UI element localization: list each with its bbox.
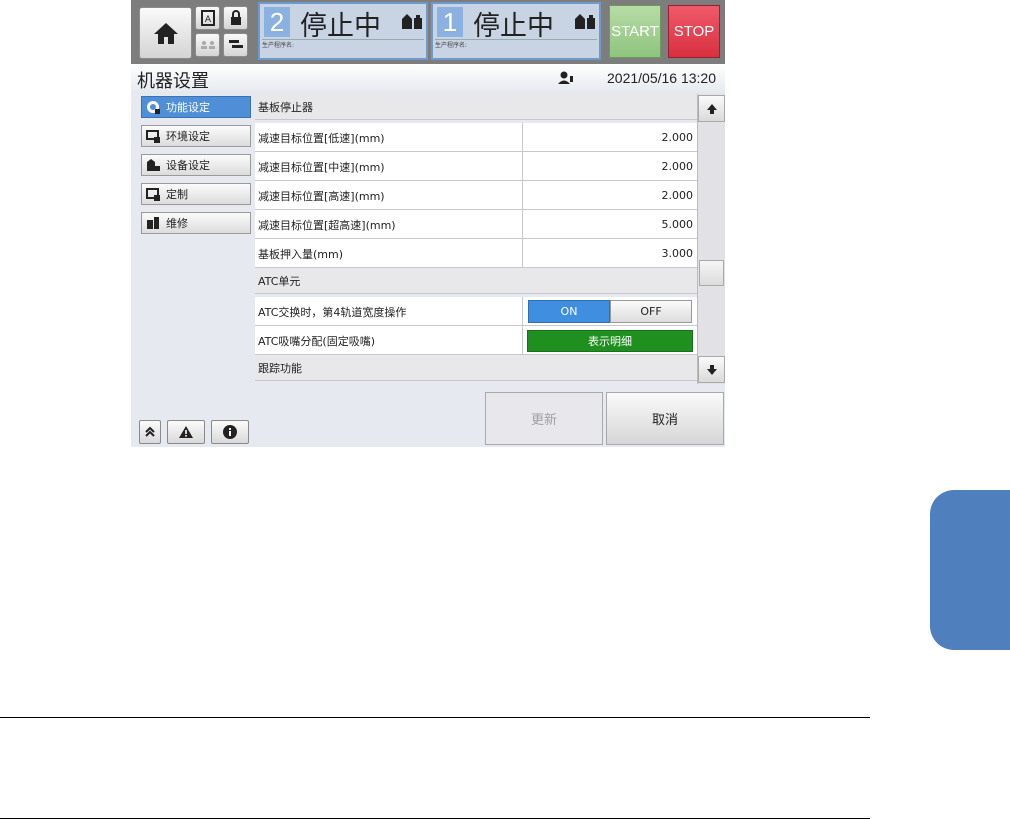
row-label: 基板押入量(mm) xyxy=(258,247,344,261)
lock-button[interactable] xyxy=(223,6,248,30)
sidebar-item-maintenance[interactable]: 维修 xyxy=(141,212,251,234)
sidebar-item-label: 环境设定 xyxy=(166,130,210,143)
info-icon xyxy=(223,425,237,439)
collapse-button[interactable] xyxy=(139,420,161,444)
machine-icon xyxy=(575,14,595,29)
stop-button[interactable]: STOP xyxy=(668,5,720,58)
sidebar-item-label: 功能设定 xyxy=(166,101,210,114)
sidebar-item-environment-settings[interactable]: 环境设定 xyxy=(141,125,251,147)
sidebar-item-label: 定制 xyxy=(166,188,188,201)
row-value[interactable]: 3.000 xyxy=(662,239,694,268)
row-value[interactable]: 2.000 xyxy=(662,152,694,181)
svg-text:A: A xyxy=(204,15,211,25)
row-label: 减速目标位置[中速](mm) xyxy=(258,160,385,174)
line-2-number: 2 xyxy=(264,7,290,37)
scroll-down-button[interactable] xyxy=(698,356,725,383)
table-row[interactable]: 减速目标位置[高速](mm) 2.000 xyxy=(255,181,697,210)
toggle-on-button[interactable]: ON xyxy=(528,300,610,323)
sidebar-item-label: 设备设定 xyxy=(166,159,210,172)
custom-icon xyxy=(146,187,160,201)
row-value[interactable]: 2.000 xyxy=(662,181,694,210)
device-settings-icon xyxy=(146,158,160,172)
function-settings-icon xyxy=(146,100,160,114)
conveyor-button[interactable] xyxy=(223,33,248,57)
show-details-button[interactable]: 表示明细 xyxy=(527,330,693,352)
users-icon xyxy=(200,41,215,49)
table-row[interactable]: 基板押入量(mm) 3.000 xyxy=(255,239,697,268)
sidebar-item-device-settings[interactable]: 设备设定 xyxy=(141,154,251,176)
scroll-up-button[interactable] xyxy=(698,95,725,122)
scrollbar[interactable] xyxy=(697,94,725,384)
line-1-status: 停止中 xyxy=(473,11,554,42)
double-chevron-up-icon xyxy=(145,426,155,437)
info-button[interactable] xyxy=(211,420,249,444)
line-1-status-panel[interactable]: 1 停止中 生产程序名: xyxy=(431,2,601,60)
datetime: 2021/05/16 13:20 xyxy=(607,70,716,86)
row-value[interactable]: 2.000 xyxy=(662,123,694,152)
row-value[interactable]: 5.000 xyxy=(662,210,694,239)
warning-icon xyxy=(179,426,193,438)
row-label: 减速目标位置[低速](mm) xyxy=(258,131,385,145)
sidebar-item-function-settings[interactable]: 功能设定 xyxy=(141,96,251,118)
machine-icon xyxy=(402,14,422,29)
home-icon xyxy=(153,23,178,44)
table-row[interactable]: 减速目标位置[低速](mm) 2.000 xyxy=(255,123,697,152)
row-label: 减速目标位置[高速](mm) xyxy=(258,189,385,203)
cancel-button[interactable]: 取消 xyxy=(606,392,724,445)
home-button[interactable] xyxy=(139,7,192,59)
table-row[interactable]: 减速目标位置[超高速](mm) 5.000 xyxy=(255,210,697,239)
row-label: ATC交换时，第4轨道宽度操作 xyxy=(258,305,407,319)
table-row[interactable]: 减速目标位置[中速](mm) 2.000 xyxy=(255,152,697,181)
environment-settings-icon xyxy=(146,129,160,143)
conveyor-icon xyxy=(228,40,243,48)
line-1-program-label: 生产程序名: xyxy=(435,39,597,56)
section-header: ATC单元 xyxy=(255,268,697,294)
section-header: 跟踪功能 xyxy=(255,355,697,381)
auto-mode-button[interactable]: A xyxy=(195,6,220,30)
divider xyxy=(0,717,870,718)
lock-icon xyxy=(230,10,241,25)
arrow-up-icon xyxy=(706,103,717,114)
warning-button[interactable] xyxy=(167,420,205,444)
user-icon xyxy=(558,71,573,84)
arrow-down-icon xyxy=(706,364,717,375)
chapter-tab xyxy=(930,490,1010,650)
users-button[interactable] xyxy=(195,33,220,57)
line-2-status-panel[interactable]: 2 停止中 生产程序名: xyxy=(258,2,428,60)
line-2-status: 停止中 xyxy=(300,11,381,42)
sidebar-item-label: 维修 xyxy=(166,217,188,230)
toggle-off-button[interactable]: OFF xyxy=(610,300,692,323)
section-header: 基板停止器 xyxy=(255,94,697,120)
sidebar-item-custom[interactable]: 定制 xyxy=(141,183,251,205)
start-button[interactable]: START xyxy=(609,5,661,58)
page-title: 机器设置 xyxy=(137,71,209,92)
row-label: 减速目标位置[超高速](mm) xyxy=(258,218,396,232)
line-2-program-label: 生产程序名: xyxy=(262,39,424,56)
scroll-thumb[interactable] xyxy=(699,260,724,286)
row-label: ATC吸嘴分配(固定吸嘴) xyxy=(258,334,376,348)
auto-mode-icon: A xyxy=(200,10,215,26)
line-1-number: 1 xyxy=(437,7,463,37)
update-button[interactable]: 更新 xyxy=(485,392,603,445)
maintenance-icon xyxy=(146,216,160,230)
